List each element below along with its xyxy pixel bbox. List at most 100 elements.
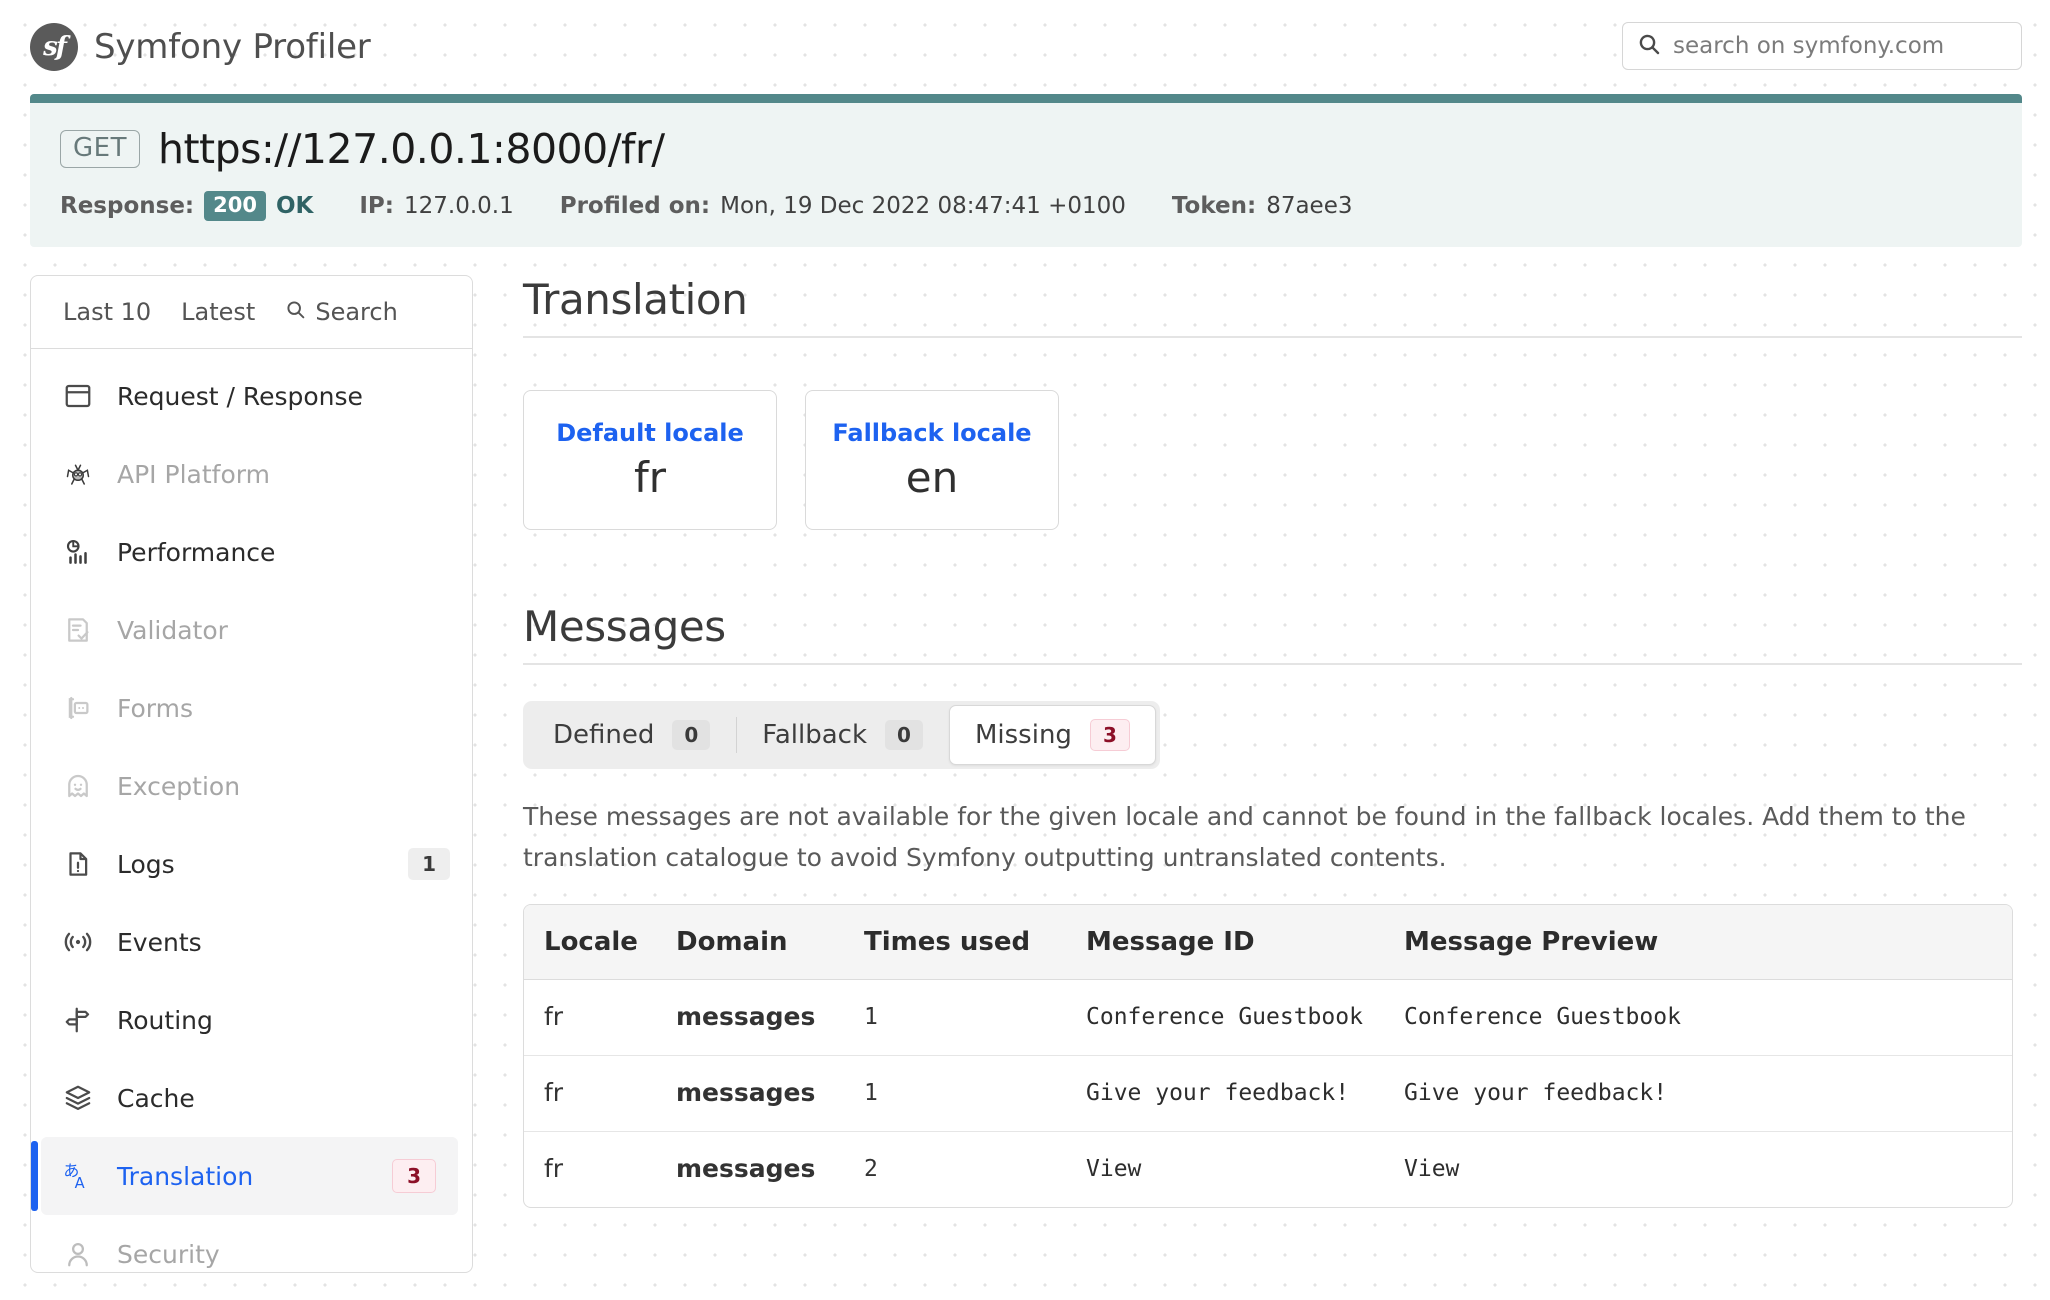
cell-domain: messages	[676, 1056, 864, 1132]
sidebar-item-label: Events	[117, 928, 450, 957]
brand-group: sf Symfony Profiler	[30, 23, 371, 71]
browser-window-icon	[61, 379, 95, 413]
sidebar-item-badge: 3	[392, 1159, 436, 1193]
tab-missing[interactable]: Missing 3	[949, 705, 1156, 765]
metric-value: en	[906, 453, 958, 502]
page-title: Translation	[523, 275, 2022, 338]
sidebar-item-events[interactable]: Events	[31, 903, 472, 981]
request-url-row: GET https://127.0.0.1:8000/fr/	[60, 125, 1992, 173]
status-text: OK	[276, 193, 313, 219]
api-platform-spider-icon	[61, 457, 95, 491]
broadcast-icon	[61, 925, 95, 959]
column-header-domain: Domain	[676, 905, 864, 980]
sidebar-tab-latest-label: Latest	[181, 298, 255, 326]
cell-message-preview: View	[1404, 1132, 2012, 1208]
column-header-locale: Locale	[524, 905, 676, 980]
tab-description: These messages are not available for the…	[523, 797, 1983, 878]
search-input[interactable]	[1673, 33, 2007, 59]
ip-value: 127.0.0.1	[404, 193, 514, 219]
sidebar-item-label: Translation	[117, 1162, 370, 1191]
messages-tabbar: Defined 0 Fallback 0 Missing 3	[523, 701, 1160, 769]
forms-icon	[61, 691, 95, 725]
search-icon	[285, 298, 306, 326]
sidebar-item-label: Exception	[117, 772, 450, 801]
cell-message-id: Give your feedback!	[1086, 1056, 1404, 1132]
sidebar-item-label: Cache	[117, 1084, 450, 1113]
validator-check-icon	[61, 613, 95, 647]
column-header-message-preview: Message Preview	[1404, 905, 2012, 980]
cell-times-used: 1	[864, 980, 1086, 1056]
sidebar-item-exception: Exception	[31, 747, 472, 825]
symfony-logo-icon: sf	[30, 23, 78, 71]
sidebar-item-label: API Platform	[117, 460, 450, 489]
metric-default-locale: Default locale fr	[523, 390, 777, 530]
page-layout: Last 10 Latest Search	[30, 275, 2022, 1273]
tab-count-badge: 0	[672, 720, 710, 750]
cell-locale: fr	[524, 1132, 676, 1208]
performance-chart-icon	[61, 535, 95, 569]
request-url: https://127.0.0.1:8000/fr/	[158, 125, 665, 173]
locale-metrics: Default locale fr Fallback locale en	[523, 390, 2022, 530]
profiled-on-group: Profiled on: Mon, 19 Dec 2022 08:47:41 +…	[560, 193, 1126, 219]
table-body: fr messages 1 Conference Guestbook Confe…	[524, 980, 2012, 1208]
cell-message-id: View	[1086, 1132, 1404, 1208]
table-row: fr messages 1 Give your feedback! Give y…	[524, 1056, 2012, 1132]
column-header-message-id: Message ID	[1086, 905, 1404, 980]
main-content: Translation Default locale fr Fallback l…	[473, 275, 2022, 1208]
metric-label: Fallback locale	[832, 419, 1031, 447]
sidebar-tab-last10[interactable]: Last 10	[63, 298, 151, 326]
tab-count-badge: 3	[1090, 719, 1130, 751]
request-meta-row: Response: 200 OK IP: 127.0.0.1 Profiled …	[60, 191, 1992, 221]
tab-label: Fallback	[762, 720, 867, 750]
sidebar-item-request-response[interactable]: Request / Response	[31, 357, 472, 435]
sidebar-item-logs[interactable]: Logs 1	[31, 825, 472, 903]
sidebar-nav-list: Request / Response API Platform	[31, 349, 472, 1273]
svg-text:A: A	[75, 1175, 85, 1192]
sidebar-item-label: Performance	[117, 538, 450, 567]
sidebar-item-validator: Validator	[31, 591, 472, 669]
sidebar-item-label: Security	[117, 1240, 450, 1269]
sidebar-item-label: Validator	[117, 616, 450, 645]
sidebar-item-forms: Forms	[31, 669, 472, 747]
table-row: fr messages 1 Conference Guestbook Confe…	[524, 980, 2012, 1056]
tab-label: Missing	[975, 720, 1072, 750]
sidebar-item-translation[interactable]: あ A Translation 3	[41, 1137, 458, 1215]
sidebar-item-badge: 1	[408, 848, 450, 880]
messages-title: Messages	[523, 602, 2022, 665]
app-title: Symfony Profiler	[94, 27, 371, 67]
cell-message-preview: Conference Guestbook	[1404, 980, 2012, 1056]
sidebar-item-cache[interactable]: Cache	[31, 1059, 472, 1137]
token-group: Token: 87aee3	[1172, 193, 1353, 219]
http-method-badge: GET	[60, 130, 140, 168]
profiled-on-value: Mon, 19 Dec 2022 08:47:41 +0100	[720, 193, 1126, 219]
cell-domain: messages	[676, 980, 864, 1056]
sidebar-item-performance[interactable]: Performance	[31, 513, 472, 591]
tab-defined[interactable]: Defined 0	[527, 705, 736, 765]
user-icon	[61, 1237, 95, 1271]
sidebar-tab-search[interactable]: Search	[285, 298, 397, 326]
cell-locale: fr	[524, 980, 676, 1056]
cell-domain: messages	[676, 1132, 864, 1208]
signpost-icon	[61, 1003, 95, 1037]
cell-locale: fr	[524, 1056, 676, 1132]
sidebar-item-api-platform: API Platform	[31, 435, 472, 513]
layers-icon	[61, 1081, 95, 1115]
table-header-row: Locale Domain Times used Message ID Mess…	[524, 905, 2012, 980]
profiled-on-label: Profiled on:	[560, 193, 710, 219]
metric-value: fr	[634, 453, 666, 502]
tab-fallback[interactable]: Fallback 0	[736, 705, 949, 765]
sidebar-tabbar: Last 10 Latest Search	[31, 276, 472, 349]
sidebar-item-label: Logs	[117, 850, 386, 879]
site-search-box[interactable]	[1622, 22, 2022, 70]
sidebar-tab-latest[interactable]: Latest	[181, 298, 255, 326]
token-label: Token:	[1172, 193, 1256, 219]
response-status-group: Response: 200 OK	[60, 191, 313, 221]
table-row: fr messages 2 View View	[524, 1132, 2012, 1208]
sidebar-item-label: Routing	[117, 1006, 450, 1035]
response-label: Response:	[60, 193, 194, 219]
ip-group: IP: 127.0.0.1	[359, 193, 513, 219]
tab-label: Defined	[553, 720, 654, 750]
sidebar-item-routing[interactable]: Routing	[31, 981, 472, 1059]
profiler-sidebar: Last 10 Latest Search	[30, 275, 473, 1273]
sidebar-tab-search-label: Search	[315, 298, 397, 326]
